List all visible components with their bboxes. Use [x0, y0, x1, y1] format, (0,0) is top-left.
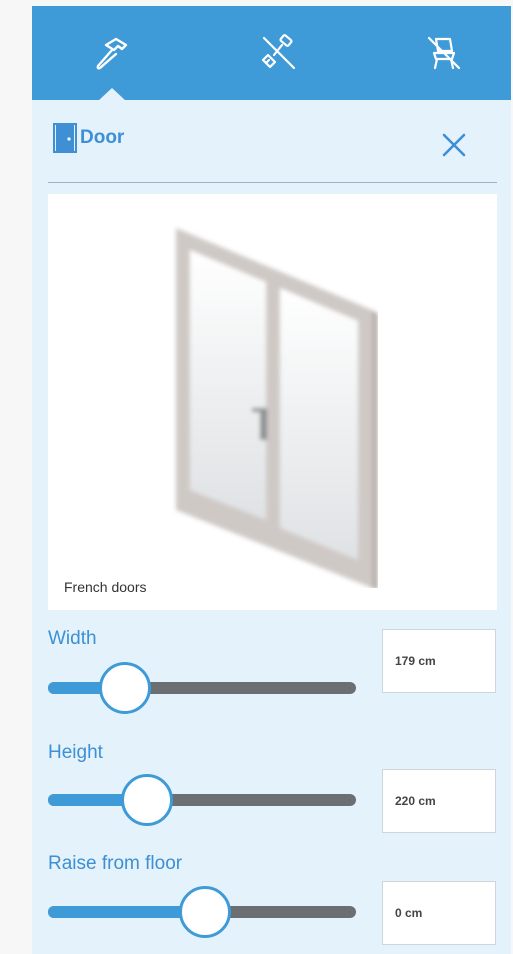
door-icon	[53, 123, 77, 153]
door-properties-panel: Door French doors Width 179 cm Height 22…	[32, 6, 511, 954]
height-slider[interactable]	[48, 774, 356, 826]
raise-from-floor-slider-thumb[interactable]	[179, 886, 232, 938]
top-toolbar	[32, 6, 511, 101]
furnish-tool-button[interactable]	[384, 6, 504, 100]
header-divider	[48, 182, 497, 183]
raise-from-floor-label: Raise from floor	[48, 853, 183, 874]
door-type-caption: French doors	[64, 579, 147, 595]
decorate-tool-button[interactable]	[219, 6, 339, 100]
panel-title: Door	[80, 127, 125, 148]
build-tool-button[interactable]	[52, 6, 172, 100]
height-slider-thumb[interactable]	[120, 774, 173, 826]
door-preview-image	[176, 228, 378, 588]
width-slider[interactable]	[48, 662, 356, 714]
paint-roller-icon	[261, 34, 296, 70]
panel-header: Door	[32, 100, 511, 184]
height-label: Height	[48, 742, 103, 763]
width-slider-thumb[interactable]	[99, 662, 151, 714]
close-icon[interactable]	[441, 132, 467, 158]
width-value-input[interactable]: 179 cm	[382, 629, 496, 693]
door-preview-card[interactable]: French doors	[48, 194, 497, 610]
raise-from-floor-slider[interactable]	[48, 886, 356, 938]
chair-icon	[427, 36, 461, 70]
height-value-input[interactable]: 220 cm	[382, 769, 496, 833]
raise-from-floor-value-input[interactable]: 0 cm	[382, 881, 496, 945]
hammer-icon	[96, 37, 128, 70]
width-label: Width	[48, 628, 97, 649]
